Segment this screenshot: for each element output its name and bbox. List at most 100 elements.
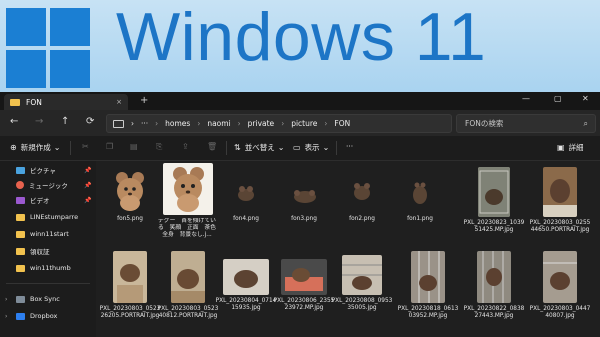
photo-thumbnail [113, 251, 147, 303]
search-icon: ⌕ [583, 118, 588, 128]
sidebar-item-box-sync[interactable]: Box Sync [16, 293, 60, 305]
file-item[interactable]: fon4.png [214, 169, 278, 223]
file-name: fon1.png [407, 216, 433, 222]
new-label: 新規作成 [20, 143, 51, 152]
copy-button[interactable]: ❐ [106, 142, 117, 151]
new-button[interactable]: ⊕ 新規作成 ⌄ [10, 142, 64, 153]
breadcrumb-naomi[interactable]: naomi [207, 119, 230, 128]
sidebar-item-label: ピクチャ [30, 167, 56, 175]
tab-close-button[interactable]: × [116, 98, 122, 106]
file-name: PXL_20230818_061303952.MP.jpg [397, 306, 459, 319]
file-item[interactable]: PXL_20230823_103951425.MP.jpg [462, 167, 526, 234]
path-separator: › [131, 119, 134, 128]
file-item[interactable]: デグー 首を傾げている 笑顔 正面 茶色 全身 背景なし.j... [156, 163, 220, 246]
breadcrumb-fon[interactable]: FON [334, 119, 350, 128]
mouse-cartoon-thumbnail [163, 163, 213, 215]
breadcrumb-picture[interactable]: picture [291, 119, 317, 128]
view-label: 表示 [304, 143, 320, 152]
folder-icon [16, 247, 25, 255]
file-grid: fon5.png デグー 首を傾げている 笑顔 正面 茶色 全身 背景なし.j.… [96, 161, 600, 337]
file-item[interactable]: fon2.png [330, 169, 394, 223]
file-item[interactable]: fon5.png [98, 169, 162, 223]
file-item[interactable]: PXL_20230803_044740807.jpg [528, 251, 592, 320]
plus-circle-icon: ⊕ [10, 143, 17, 152]
rename-button[interactable]: ⎘ [156, 142, 166, 152]
sort-button[interactable]: ⇅ 並べ替え ⌄ [234, 142, 288, 153]
command-bar: ⊕ 新規作成 ⌄ ✂ ❐ ▤ ⎘ ⇪ 🗑 ⇅ 並べ替え ⌄ ▭ 表示 ⌄ ···… [0, 136, 600, 161]
sidebar-item-music[interactable]: ミュージック 📌 [16, 179, 91, 191]
address-input[interactable]: › ··· › homes › naomi › private › pictur… [106, 114, 452, 133]
path-more-button[interactable]: ··· [141, 119, 148, 128]
new-tab-button[interactable]: + [140, 95, 148, 106]
sidebar-item-winn11start[interactable]: winn11start [16, 228, 69, 240]
photo-thumbnail [171, 251, 205, 303]
file-item[interactable]: PXL_20230808_095335005.jpg [330, 255, 394, 312]
details-button[interactable]: ▣ 詳細 [557, 142, 584, 153]
photo-thumbnail [543, 251, 577, 303]
file-item[interactable]: PXL_20230803_052340812.PORTRAIT.jpg [156, 251, 220, 320]
sidebar-item-win11thumb[interactable]: win11thumb [16, 262, 71, 274]
photo-thumbnail [478, 167, 510, 217]
file-explorer-window: FON × + — ▢ ✕ ← → ↑ ⟳ › ··· › homes › na… [0, 92, 600, 337]
share-button[interactable]: ⇪ [182, 142, 193, 151]
path-separator: › [237, 119, 241, 128]
sidebar-item-linestumparre[interactable]: LINEstumparre [16, 211, 78, 223]
windows-logo-icon [6, 8, 90, 88]
maximize-button[interactable]: ▢ [554, 94, 562, 103]
sidebar-item-label: Box Sync [30, 295, 60, 303]
file-item[interactable]: fon1.png [388, 169, 452, 223]
photo-thumbnail [281, 259, 327, 295]
file-name: PXL_20230808_095335005.jpg [331, 298, 393, 311]
photo-thumbnail [543, 167, 577, 217]
forward-button[interactable]: → [35, 116, 43, 127]
delete-button[interactable]: 🗑 [207, 142, 221, 151]
trash-icon: 🗑 [207, 142, 218, 151]
details-label: 詳細 [568, 143, 584, 152]
rename-icon: ⎘ [156, 142, 163, 151]
more-options-button[interactable]: ··· [346, 142, 353, 151]
view-button[interactable]: ▭ 表示 ⌄ [293, 142, 333, 153]
file-name: PXL_20230806_235523972.MP.jpg [273, 298, 335, 311]
photo-thumbnail [411, 251, 445, 303]
expand-chevron-icon[interactable]: › [5, 296, 7, 303]
close-button[interactable]: ✕ [582, 94, 589, 103]
file-name: PXL_20230823_103951425.MP.jpg [463, 220, 525, 233]
file-item[interactable]: PXL_20230804_071415935.jpg [214, 259, 278, 312]
paste-icon: ▤ [130, 142, 138, 151]
file-item[interactable]: PXL_20230803_025544650.PORTRAIT.jpg [528, 167, 592, 234]
file-item[interactable]: PXL_20230803_052326205.PORTRAIT.jpg [98, 251, 162, 320]
file-item[interactable]: fon3.png [272, 169, 336, 223]
breadcrumb-homes[interactable]: homes [165, 119, 190, 128]
file-item[interactable]: PXL_20230806_235523972.MP.jpg [272, 259, 336, 312]
file-item[interactable]: PXL_20230822_083827443.MP.jpg [462, 251, 526, 320]
chevron-down-icon: ⌄ [277, 143, 285, 152]
tab-fon[interactable]: FON × [4, 94, 128, 110]
file-item[interactable]: PXL_20230818_061303952.MP.jpg [396, 251, 460, 320]
address-bar-row: ← → ↑ ⟳ › ··· › homes › naomi › private … [0, 110, 600, 136]
refresh-button[interactable]: ⟳ [86, 116, 94, 127]
cut-button[interactable]: ✂ [82, 142, 93, 151]
divider [6, 283, 90, 284]
sidebar-item-pictures[interactable]: ピクチャ 📌 [16, 164, 91, 176]
breadcrumb-private[interactable]: private [248, 119, 275, 128]
up-button[interactable]: ↑ [61, 116, 69, 127]
pin-icon: 📌 [84, 166, 92, 174]
sidebar-item-video[interactable]: ビデオ 📌 [16, 194, 91, 206]
mouse-thumbnail [223, 169, 269, 213]
pictures-icon [16, 166, 25, 174]
path-separator: › [281, 119, 285, 128]
dropbox-icon [16, 312, 25, 320]
mouse-thumbnail [339, 169, 385, 213]
expand-chevron-icon[interactable]: › [5, 313, 7, 320]
details-pane-icon: ▣ [557, 143, 565, 152]
minimize-button[interactable]: — [522, 94, 530, 103]
sidebar-item-dropbox[interactable]: Dropbox [16, 310, 57, 322]
pin-icon: 📌 [84, 196, 92, 204]
back-button[interactable]: ← [10, 116, 18, 127]
paste-button[interactable]: ▤ [130, 142, 142, 151]
file-name: PXL_20230803_044740807.jpg [529, 306, 591, 319]
cut-icon: ✂ [82, 142, 89, 151]
sidebar-item-receipts[interactable]: 領収証 [16, 245, 50, 257]
search-input[interactable]: FONの検索 ⌕ [456, 114, 596, 133]
file-name: PXL_20230804_071415935.jpg [215, 298, 277, 311]
